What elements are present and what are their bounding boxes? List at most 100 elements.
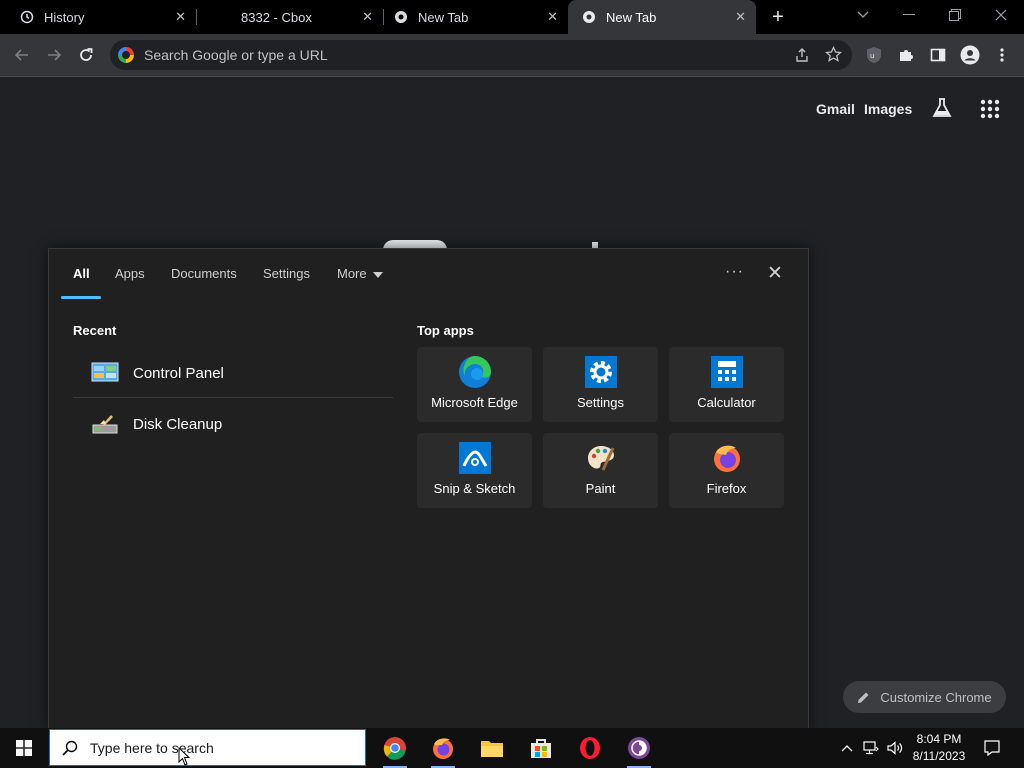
close-panel-button[interactable]: ✕ <box>767 262 783 285</box>
gmail-link[interactable]: Gmail <box>816 101 855 117</box>
search-icon <box>62 740 78 756</box>
omnibox-input[interactable] <box>142 46 766 64</box>
chrome-icon <box>583 11 595 23</box>
app-tile-microsoft-edge[interactable]: Microsoft Edge <box>417 347 532 422</box>
app-tile-paint[interactable]: Paint <box>543 433 658 508</box>
app-tile-label: Firefox <box>706 481 747 496</box>
clock-date: 8/11/2023 <box>912 749 966 763</box>
taskbar-file-explorer[interactable] <box>469 728 515 768</box>
forward-button[interactable] <box>42 43 66 67</box>
tab-search-chevron-icon[interactable] <box>840 0 886 30</box>
customize-chrome-button[interactable]: Customize Chrome <box>843 681 1006 713</box>
share-icon[interactable] <box>794 47 810 68</box>
reload-button[interactable] <box>74 43 98 67</box>
taskbar-opera[interactable] <box>567 728 613 768</box>
tab-cbox[interactable]: 8332 - Cbox ✕ <box>197 0 383 34</box>
app-tile-calculator[interactable]: Calculator <box>669 347 784 422</box>
app-tile-snip-sketch[interactable]: Snip & Sketch <box>417 433 532 508</box>
chrome-icon <box>395 11 407 23</box>
control-panel-icon <box>91 362 119 382</box>
close-window-button[interactable] <box>978 0 1024 30</box>
tab-documents[interactable]: Documents <box>171 266 237 281</box>
start-button[interactable] <box>0 728 48 768</box>
taskbar-search-input[interactable] <box>88 738 352 757</box>
extensions-puzzle-icon[interactable] <box>894 43 918 67</box>
tab-title: 8332 - Cbox <box>241 9 312 25</box>
restore-button[interactable] <box>932 0 978 30</box>
more-options-icon[interactable]: ··· <box>725 263 744 281</box>
chrome-menu-icon[interactable] <box>990 43 1014 67</box>
chrome-icon <box>383 737 406 760</box>
tab-title: History <box>44 9 85 25</box>
disk-cleanup-icon <box>92 415 118 434</box>
customize-chrome-label: Customize Chrome <box>880 689 992 705</box>
taskbar-chrome[interactable] <box>372 728 418 768</box>
top-apps-heading: Top apps <box>417 323 474 338</box>
tab-new-tab-active[interactable]: New Tab ✕ <box>568 0 756 34</box>
history-icon <box>20 10 34 24</box>
taskbar-clock[interactable]: 8:04 PM 8/11/2023 <box>908 731 970 765</box>
side-panel-icon[interactable] <box>926 43 950 67</box>
bookmark-star-icon[interactable] <box>824 45 843 68</box>
calculator-icon <box>710 355 744 389</box>
recent-item-control-panel[interactable]: Control Panel <box>73 348 393 398</box>
close-icon[interactable]: ✕ <box>735 9 746 25</box>
back-arrow-icon <box>14 49 28 61</box>
recent-item-label: Control Panel <box>133 364 224 382</box>
settings-gear-icon <box>584 355 618 389</box>
tab-all[interactable]: All <box>73 266 90 281</box>
app-tile-label: Paint <box>585 481 616 496</box>
ublock-extension-icon[interactable]: u <box>862 43 886 67</box>
clock-time: 8:04 PM <box>916 732 962 746</box>
recent-item-label: Disk Cleanup <box>133 415 223 433</box>
close-icon[interactable]: ✕ <box>175 9 186 25</box>
reload-icon <box>80 48 93 61</box>
paint-palette-icon <box>584 441 618 475</box>
app-tile-label: Snip & Sketch <box>433 481 516 496</box>
recent-heading: Recent <box>73 323 117 338</box>
taskbar-microsoft-store[interactable] <box>518 728 564 768</box>
app-tile-label: Calculator <box>697 395 756 410</box>
google-g-icon <box>118 47 134 63</box>
close-icon[interactable]: ✕ <box>547 9 558 25</box>
windows-logo-icon <box>16 740 32 756</box>
tab-title: New Tab <box>606 9 657 25</box>
new-tab-button[interactable]: + <box>767 6 789 28</box>
app-tile-label: Settings <box>577 395 624 410</box>
firefox-icon <box>433 738 453 759</box>
chevron-down-icon <box>372 271 383 278</box>
firefox-icon <box>710 441 744 475</box>
tab-new-tab[interactable]: New Tab ✕ <box>384 0 568 34</box>
app-tile-firefox[interactable]: Firefox <box>669 433 784 508</box>
svg-text:u: u <box>870 52 874 60</box>
labs-flask-icon[interactable] <box>931 97 953 124</box>
taskbar-search-box[interactable] <box>49 729 366 766</box>
images-link[interactable]: Images <box>864 101 912 117</box>
minimize-button[interactable] <box>886 0 932 30</box>
profile-avatar-icon[interactable] <box>958 43 982 67</box>
browser-toolbar: u <box>0 34 1024 77</box>
apps-grid-icon[interactable] <box>980 99 1000 124</box>
tab-history[interactable]: History ✕ <box>0 0 196 34</box>
app-tile-settings[interactable]: Settings <box>543 347 658 422</box>
windows-search-panel: All Apps Documents Settings More ··· ✕ R… <box>48 248 809 729</box>
taskbar-tor-browser[interactable] <box>616 728 662 768</box>
tab-more[interactable]: More <box>337 266 383 281</box>
show-hidden-icons-chevron-up-icon[interactable] <box>838 728 856 768</box>
tab-apps[interactable]: Apps <box>115 266 145 281</box>
active-tab-indicator <box>61 296 101 299</box>
close-icon[interactable]: ✕ <box>362 9 373 25</box>
taskbar-firefox[interactable] <box>420 728 466 768</box>
tor-icon <box>628 737 650 759</box>
tab-title: New Tab <box>418 9 469 25</box>
notifications-icon[interactable] <box>980 728 1004 768</box>
back-button[interactable] <box>10 43 34 67</box>
tab-settings[interactable]: Settings <box>263 266 310 281</box>
search-filter-tabs: All Apps Documents Settings More ··· ✕ <box>49 249 808 301</box>
volume-speaker-icon[interactable] <box>884 728 906 768</box>
omnibox[interactable] <box>110 40 852 70</box>
opera-icon <box>580 737 600 759</box>
snip-sketch-icon <box>458 441 492 475</box>
recent-item-disk-cleanup[interactable]: Disk Cleanup <box>73 399 393 449</box>
network-icon[interactable] <box>860 728 882 768</box>
